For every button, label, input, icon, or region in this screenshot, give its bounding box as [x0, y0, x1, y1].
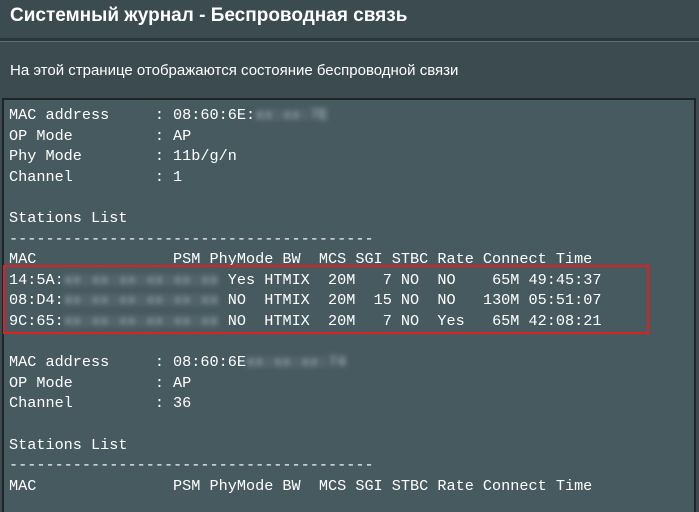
station-fields: NO HTMIX 20M 15 NO NO 130M 05:51:07	[227, 291, 602, 310]
stations-list-title: Stations List	[9, 435, 128, 454]
mac-address-line: MAC address : 08:60:6E:	[9, 106, 256, 124]
station-mac-prefix: 08:D4:	[9, 291, 64, 310]
page-description: На этой странице отображаются состояние …	[10, 62, 459, 79]
dashes-line: ----------------------------------------	[9, 456, 374, 475]
op-mode-line: OP Mode : AP	[9, 373, 192, 392]
page-title: Системный журнал - Беспроводная связь	[10, 5, 408, 26]
station-mac-hidden: xx:xx:xx:xx:xx:xx	[63, 311, 219, 330]
stations-columns-header: MAC PSM PhyMode BW MCS SGI STBC Rate Con…	[9, 250, 593, 269]
log-content: MAC address : 08:60:6E:xx:xx:7E OP Mode …	[4, 100, 694, 496]
station-mac-hidden: xx:xx:xx:xx:xx:xx	[63, 270, 219, 289]
station-mac-hidden: xx:xx:xx:xx:xx:xx	[63, 291, 219, 310]
op-mode-line: OP Mode : AP	[9, 126, 192, 145]
dashes-line: ----------------------------------------	[9, 229, 374, 248]
stations-columns-header: MAC PSM PhyMode BW MCS SGI STBC Rate Con…	[9, 476, 593, 495]
station-fields: Yes HTMIX 20M 7 NO NO 65M 49:45:37	[227, 270, 602, 289]
station-fields: NO HTMIX 20M 7 NO Yes 65M 42:08:21	[227, 311, 602, 330]
mac-address-hidden: xx:xx:7E	[255, 106, 328, 124]
stations-list-title: Stations List	[9, 208, 128, 227]
mac-address-line: MAC address : 08:60:6E	[9, 353, 246, 372]
channel-line: Channel : 1	[9, 167, 183, 186]
mac-address-hidden: xx:xx:xx:74	[245, 353, 347, 372]
wireless-log-textarea[interactable]: MAC address : 08:60:6E:xx:xx:7E OP Mode …	[2, 98, 696, 512]
station-mac-prefix: 9C:65:	[9, 311, 64, 330]
page: Системный журнал - Беспроводная связь На…	[0, 0, 699, 512]
phy-mode-line: Phy Mode : 11b/g/n	[9, 147, 237, 166]
title-divider	[0, 38, 699, 42]
channel-line: Channel : 36	[9, 394, 192, 413]
station-mac-prefix: 14:5A:	[9, 270, 64, 289]
